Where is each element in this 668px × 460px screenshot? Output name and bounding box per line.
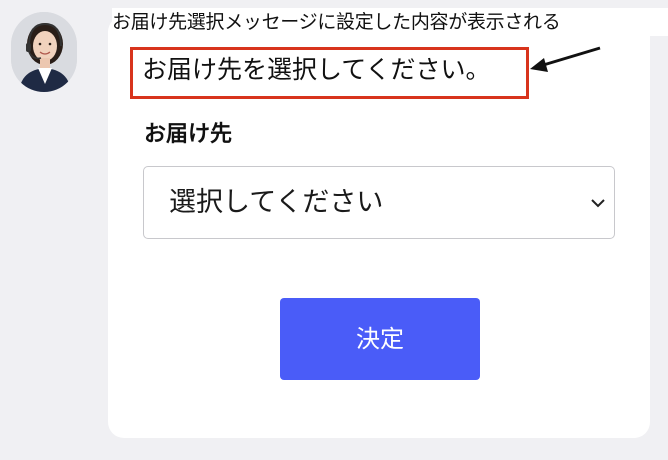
delivery-select[interactable]: 選択してください bbox=[143, 166, 615, 239]
select-current-value: 選択してください bbox=[169, 187, 384, 218]
chat-screen: お届け先選択メッセージに設定した内容が表示される お届け先を選択してください。 … bbox=[0, 0, 668, 460]
pointer-arrow-icon bbox=[526, 40, 606, 80]
selection-message: お届け先を選択してください。 bbox=[142, 55, 491, 84]
confirm-button[interactable]: 決定 bbox=[280, 298, 480, 380]
operator-avatar-icon bbox=[11, 12, 77, 92]
chevron-down-icon bbox=[590, 195, 606, 214]
delivery-field-label: お届け先 bbox=[144, 122, 233, 147]
annotation-caption: お届け先選択メッセージに設定した内容が表示される bbox=[112, 8, 668, 36]
